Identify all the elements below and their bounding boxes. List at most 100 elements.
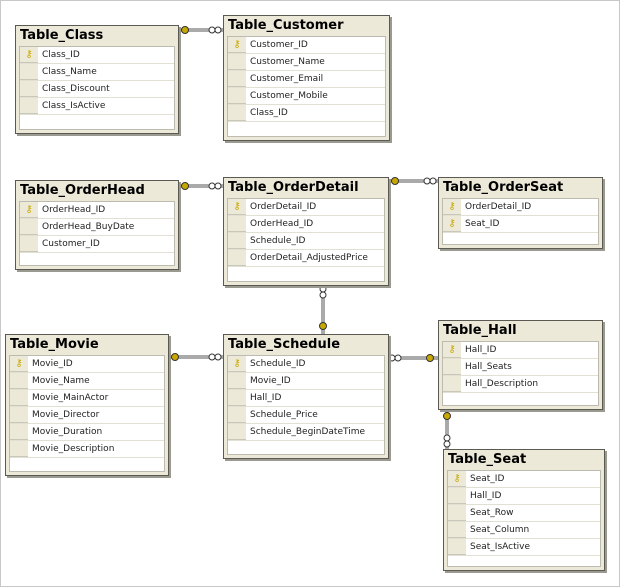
relationship-0[interactable] <box>177 26 223 34</box>
column-row[interactable]: Customer_Name <box>228 54 385 71</box>
row-selector[interactable] <box>20 81 38 97</box>
column-row[interactable]: Hall_Seats <box>443 359 598 376</box>
row-selector[interactable] <box>228 71 246 87</box>
row-selector[interactable] <box>228 88 246 104</box>
row-selector[interactable] <box>443 359 461 375</box>
column-row[interactable]: Movie_Duration <box>10 424 164 441</box>
column-row[interactable]: ⚷ Customer_ID <box>228 37 385 54</box>
column-row[interactable]: Movie_Director <box>10 407 164 424</box>
column-name: OrderDetail_ID <box>465 202 532 212</box>
row-selector[interactable] <box>20 64 38 80</box>
row-selector[interactable]: ⚷ <box>443 342 461 358</box>
column-row[interactable]: Seat_IsActive <box>448 539 600 556</box>
column-row[interactable]: OrderDetail_AdjustedPrice <box>228 250 384 267</box>
row-selector[interactable] <box>228 233 246 249</box>
row-selector[interactable] <box>10 424 28 440</box>
column-row[interactable]: Hall_ID <box>228 390 384 407</box>
column-row[interactable]: Class_ID <box>228 105 385 122</box>
infinity-end-icon <box>423 177 431 185</box>
row-selector[interactable] <box>228 390 246 406</box>
column-row[interactable]: Schedule_Price <box>228 407 384 424</box>
column-row[interactable]: Schedule_ID <box>228 233 384 250</box>
column-row[interactable]: ⚷ Seat_ID <box>448 471 600 488</box>
column-row[interactable]: ⚷ Schedule_ID <box>228 356 384 373</box>
column-row[interactable]: OrderHead_BuyDate <box>20 219 174 236</box>
column-row[interactable]: OrderHead_ID <box>228 216 384 233</box>
relationship-3[interactable] <box>319 284 327 334</box>
row-selector[interactable] <box>228 216 246 232</box>
column-name: Schedule_ID <box>250 359 306 369</box>
row-selector[interactable]: ⚷ <box>448 471 466 487</box>
table-title: Table_Customer <box>228 18 344 33</box>
row-selector[interactable]: ⚷ <box>443 216 461 232</box>
relationship-6[interactable] <box>443 408 451 449</box>
column-row[interactable]: Customer_Email <box>228 71 385 88</box>
column-row[interactable]: Hall_Description <box>443 376 598 393</box>
relationship-2[interactable] <box>387 177 438 185</box>
column-row[interactable]: Customer_ID <box>20 236 174 253</box>
relationship-5[interactable] <box>387 354 438 362</box>
row-selector[interactable] <box>228 424 246 440</box>
row-selector[interactable] <box>20 98 38 114</box>
column-row[interactable]: Movie_Description <box>10 441 164 458</box>
relationship-4[interactable] <box>167 353 223 361</box>
column-row[interactable]: Seat_Row <box>448 505 600 522</box>
column-row[interactable]: Movie_Name <box>10 373 164 390</box>
column-row[interactable]: ⚷ Hall_ID <box>443 342 598 359</box>
column-row[interactable]: ⚷ OrderDetail_ID <box>443 199 598 216</box>
table-table-movie[interactable]: Table_Movie ⚷ Movie_ID Movie_Name Movie_Main… <box>5 334 169 476</box>
row-selector[interactable] <box>20 236 38 252</box>
column-row[interactable]: Class_Discount <box>20 81 174 98</box>
column-row[interactable]: Movie_ID <box>228 373 384 390</box>
primary-key-icon: ⚷ <box>25 204 33 215</box>
row-selector[interactable] <box>443 376 461 392</box>
row-selector[interactable] <box>448 488 466 504</box>
row-selector[interactable] <box>448 505 466 521</box>
row-selector[interactable] <box>10 441 28 457</box>
row-selector[interactable] <box>448 539 466 555</box>
column-row[interactable]: ⚷ OrderHead_ID <box>20 202 174 219</box>
column-name: Movie_Duration <box>32 427 103 437</box>
row-selector[interactable] <box>448 522 466 538</box>
row-selector[interactable]: ⚷ <box>443 199 461 215</box>
column-name: Movie_Name <box>32 376 90 386</box>
table-table-seat[interactable]: Table_Seat ⚷ Seat_ID Hall_ID Seat_Row Seat_Co… <box>443 449 605 571</box>
row-selector[interactable] <box>10 390 28 406</box>
row-selector[interactable]: ⚷ <box>20 47 38 63</box>
column-row[interactable]: Customer_Mobile <box>228 88 385 105</box>
table-table-customer[interactable]: Table_Customer ⚷ Customer_ID Customer_Name C… <box>223 15 390 141</box>
column-row[interactable]: ⚷ OrderDetail_ID <box>228 199 384 216</box>
row-selector[interactable]: ⚷ <box>228 37 246 53</box>
row-selector[interactable]: ⚷ <box>228 199 246 215</box>
row-selector[interactable] <box>228 250 246 266</box>
column-row[interactable]: Class_IsActive <box>20 98 174 115</box>
row-selector[interactable] <box>10 373 28 389</box>
table-table-hall[interactable]: Table_Hall ⚷ Hall_ID Hall_Seats Hall_Descrip… <box>438 320 603 410</box>
column-row[interactable]: Seat_Column <box>448 522 600 539</box>
row-selector[interactable] <box>10 407 28 423</box>
relationship-1[interactable] <box>177 182 223 190</box>
row-selector[interactable]: ⚷ <box>10 356 28 372</box>
table-title: Table_OrderHead <box>20 183 145 198</box>
column-row[interactable]: Movie_MainActor <box>10 390 164 407</box>
row-selector[interactable]: ⚷ <box>20 202 38 218</box>
row-selector[interactable]: ⚷ <box>228 356 246 372</box>
row-selector[interactable] <box>20 219 38 235</box>
column-row[interactable]: ⚷ Movie_ID <box>10 356 164 373</box>
column-row[interactable]: ⚷ Seat_ID <box>443 216 598 233</box>
row-selector[interactable] <box>228 105 246 121</box>
table-table-orderdetail[interactable]: Table_OrderDetail ⚷ OrderDetail_ID OrderHea… <box>223 177 389 286</box>
column-row[interactable]: Schedule_BeginDateTime <box>228 424 384 441</box>
row-selector[interactable] <box>228 373 246 389</box>
row-selector[interactable] <box>228 407 246 423</box>
column-row[interactable]: Class_Name <box>20 64 174 81</box>
column-row[interactable]: Hall_ID <box>448 488 600 505</box>
table-table-schedule[interactable]: Table_Schedule ⚷ Schedule_ID Movie_ID Hall_I… <box>223 334 389 459</box>
column-name: Schedule_Price <box>250 410 318 420</box>
table-table-class[interactable]: Table_Class ⚷ Class_ID Class_Name Class_Disc… <box>15 25 179 134</box>
row-selector[interactable] <box>228 54 246 70</box>
column-row[interactable]: ⚷ Class_ID <box>20 47 174 64</box>
table-table-orderhead[interactable]: Table_OrderHead ⚷ OrderHead_ID OrderHead_Bu… <box>15 180 179 270</box>
column-name: OrderHead_BuyDate <box>42 222 135 232</box>
table-table-orderseat[interactable]: Table_OrderSeat ⚷ OrderDetail_ID ⚷ Seat_ID <box>438 177 603 249</box>
